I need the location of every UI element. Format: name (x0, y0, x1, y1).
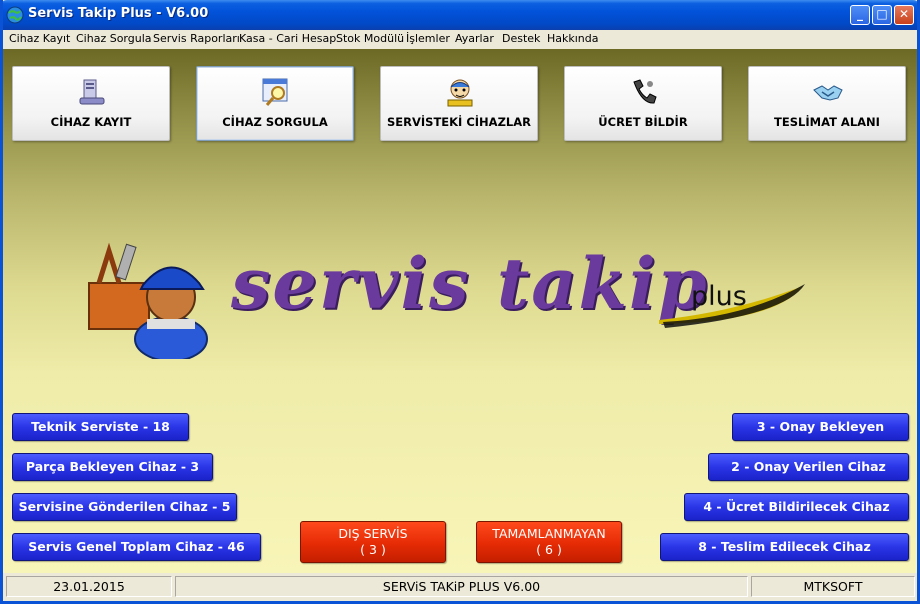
globe-icon (6, 6, 24, 24)
search-window-icon (262, 78, 288, 106)
status-app-name: SERViS TAKiP PLUS V6.00 (175, 576, 748, 597)
onay-verilen-button[interactable]: 2 - Onay Verilen Cihaz (708, 453, 909, 481)
servisteki-cihazlar-button[interactable]: SERVİSTEKİ CİHAZLAR (380, 66, 538, 141)
teslim-edilecek-button[interactable]: 8 - Teslim Edilecek Cihaz (660, 533, 909, 561)
tamamlanmayan-count: ( 6 ) (536, 542, 562, 557)
close-icon: ✕ (898, 7, 910, 21)
ucret-bildir-button[interactable]: ÜCRET BİLDİR (564, 66, 722, 141)
cihaz-sorgula-button[interactable]: CİHAZ SORGULA (196, 66, 354, 141)
minimize-icon: _ (857, 7, 863, 21)
menu-stok-modulu[interactable]: Stok Modülü (336, 32, 404, 45)
technician-icon (447, 79, 473, 107)
teslimat-alani-button[interactable]: TESLİMAT ALANI (748, 66, 906, 141)
app-window: Servis Takip Plus - V6.00 _ □ ✕ Cihaz Ka… (0, 0, 920, 604)
cihaz-kayit-button[interactable]: CİHAZ KAYIT (12, 66, 170, 141)
servisine-gonderilen-button[interactable]: Servisine Gönderilen Cihaz - 5 (12, 493, 237, 521)
teknik-serviste-button[interactable]: Teknik Serviste - 18 (12, 413, 189, 441)
dis-servis-button[interactable]: DIŞ SERVİS ( 3 ) (300, 521, 446, 563)
menu-bar: Cihaz Kayıt Cihaz Sorgula Servis Raporla… (3, 30, 917, 48)
teslimat-alani-label: TESLİMAT ALANI (774, 115, 880, 129)
mechanic-mascot-icon (88, 242, 208, 359)
servisteki-cihazlar-label: SERVİSTEKİ CİHAZLAR (386, 115, 531, 129)
status-bar: 23.01.2015 SERViS TAKiP PLUS V6.00 MTKSO… (3, 573, 917, 601)
handshake-icon (813, 85, 843, 101)
minimize-button[interactable]: _ (850, 5, 870, 25)
cihaz-kayit-label: CİHAZ KAYIT (50, 115, 132, 129)
dis-servis-label: DIŞ SERVİS (338, 526, 408, 541)
ucret-bildirilecek-button[interactable]: 4 - Ücret Bildirilecek Cihaz (684, 493, 909, 521)
maximize-button[interactable]: □ (872, 5, 892, 25)
onay-bekleyen-button[interactable]: 3 - Onay Bekleyen (732, 413, 909, 441)
title-bar[interactable]: Servis Takip Plus - V6.00 _ □ ✕ (3, 0, 917, 30)
status-vendor: MTKSOFT (751, 576, 915, 597)
maximize-icon: □ (876, 7, 888, 21)
status-date: 23.01.2015 (6, 576, 172, 597)
main-panel: CİHAZ KAYIT CİHAZ SORGULA SERVİSTEKİ CİH… (3, 49, 917, 573)
close-button[interactable]: ✕ (894, 5, 914, 25)
servis-genel-toplam-button[interactable]: Servis Genel Toplam Cihaz - 46 (12, 533, 261, 561)
menu-ayarlar[interactable]: Ayarlar (455, 32, 494, 45)
ucret-bildir-label: ÜCRET BİLDİR (598, 115, 688, 129)
window-title: Servis Takip Plus - V6.00 (28, 6, 209, 21)
menu-destek[interactable]: Destek (502, 32, 540, 45)
menu-hakkinda[interactable]: Hakkında (547, 32, 599, 45)
menu-islemler[interactable]: İşlemler (406, 32, 450, 45)
dis-servis-count: ( 3 ) (360, 542, 386, 557)
menu-cihaz-kayit[interactable]: Cihaz Kayıt (9, 32, 70, 45)
parca-bekleyen-button[interactable]: Parça Bekleyen Cihaz - 3 (12, 453, 213, 481)
logo-servis-takip: servis takip (231, 242, 709, 325)
computer-icon (79, 79, 105, 105)
cihaz-sorgula-label: CİHAZ SORGULA (222, 115, 328, 129)
tamamlanmayan-button[interactable]: TAMAMLANMAYAN ( 6 ) (476, 521, 622, 563)
logo-plus: plus (691, 281, 747, 312)
menu-servis-raporlari[interactable]: Servis Raporları (153, 32, 240, 45)
tamamlanmayan-label: TAMAMLANMAYAN (492, 526, 606, 541)
menu-cihaz-sorgula[interactable]: Cihaz Sorgula (76, 32, 152, 45)
phone-icon (633, 79, 657, 104)
menu-kasa-cari-hesap[interactable]: Kasa - Cari Hesap (239, 32, 336, 45)
